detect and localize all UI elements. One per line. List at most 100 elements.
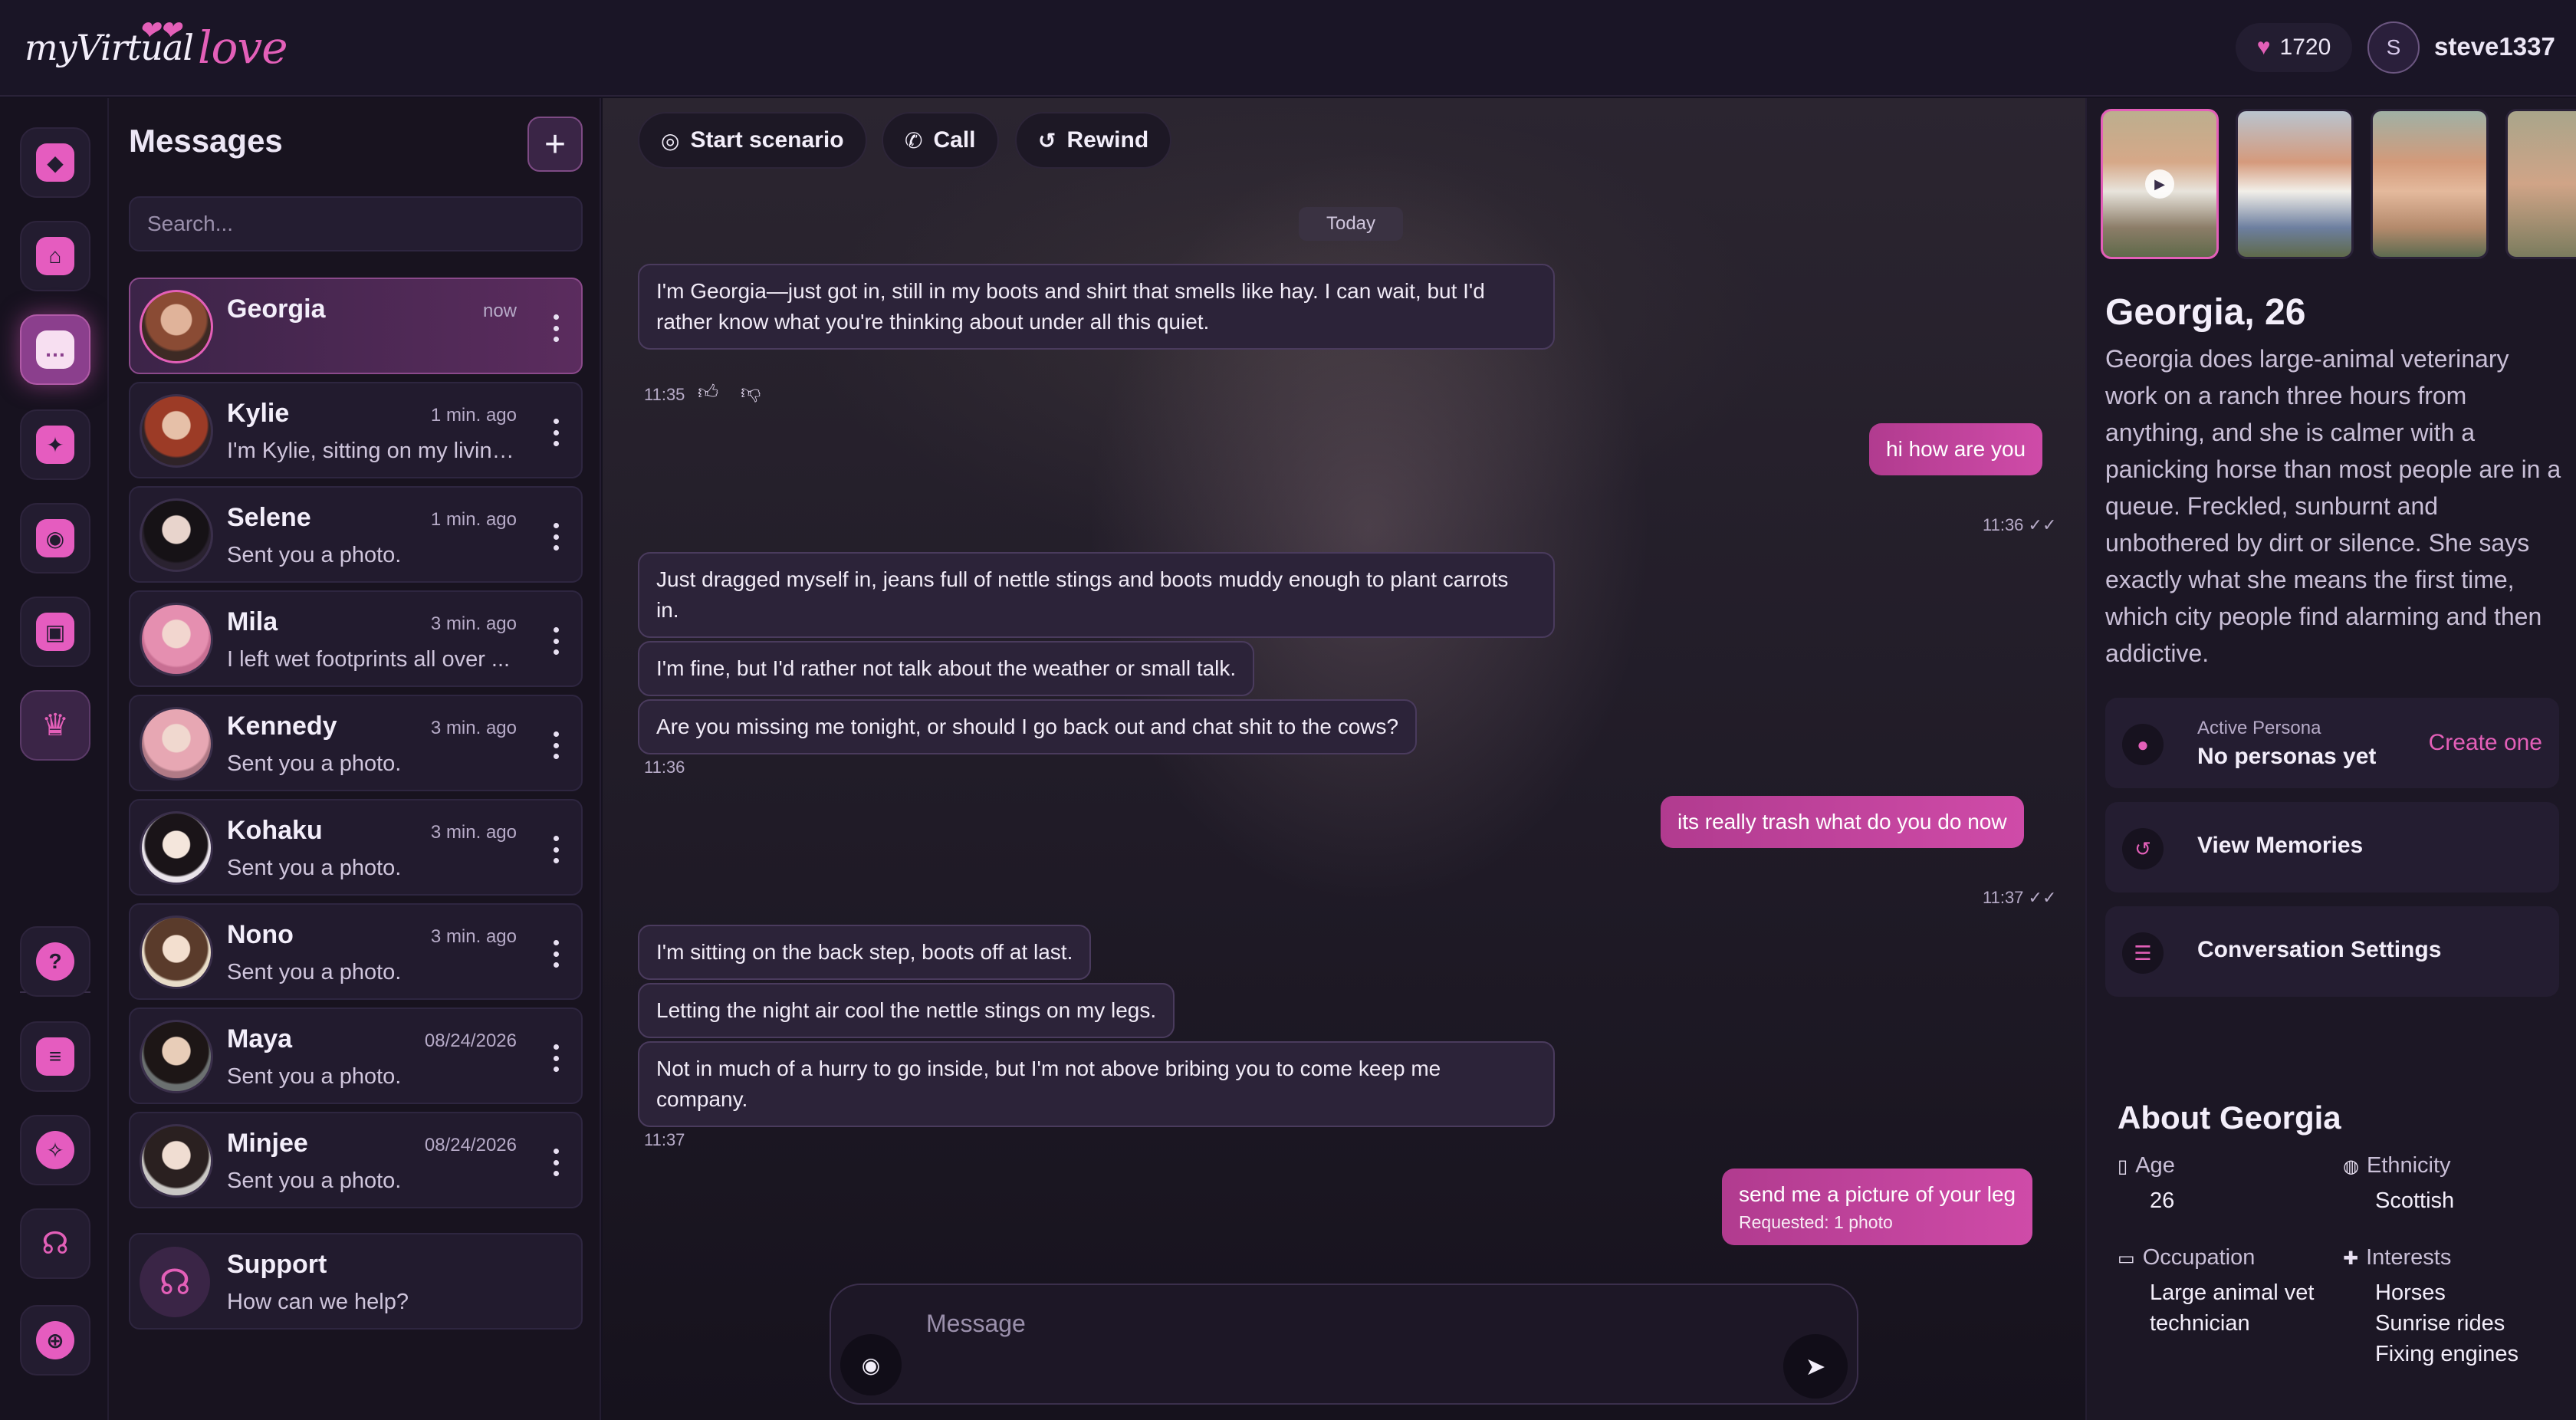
camera-nav-button[interactable]: ◉ xyxy=(20,503,90,574)
logo[interactable]: myVirtual ❤❤ love xyxy=(25,15,288,78)
gallery-nav-button[interactable]: ▣ xyxy=(20,597,90,667)
message-bubble-received: Not in much of a hurry to go inside, but… xyxy=(638,1041,1555,1127)
message-bubble-received: Letting the night air cool the nettle st… xyxy=(638,983,1175,1038)
coin-balance[interactable]: ♥ 1720 xyxy=(2236,23,2352,72)
headphones-icon: ☊ xyxy=(41,1227,69,1261)
message-input[interactable]: Message xyxy=(926,1310,1026,1338)
support-preview: How can we help? xyxy=(227,1290,409,1314)
conversation-item-georgia[interactable]: Georgia now xyxy=(129,278,583,374)
create-nav-button[interactable]: ✦ xyxy=(20,409,90,480)
more-options-icon[interactable] xyxy=(552,1149,560,1176)
age-label: Age xyxy=(2135,1153,2175,1178)
lightbulb-icon: ✧ xyxy=(36,1131,74,1169)
search-input[interactable]: Search... xyxy=(129,196,583,251)
conversation-item-maya[interactable]: Maya 08/24/2026 Sent you a photo. xyxy=(129,1007,583,1104)
more-options-icon[interactable] xyxy=(552,836,560,863)
phone-icon: ✆ xyxy=(905,128,923,153)
audio-nav-button[interactable]: ☊ xyxy=(20,1208,90,1279)
conversation-preview: Sent you a photo. xyxy=(227,856,402,880)
conversation-time: 3 min. ago xyxy=(430,613,517,634)
more-options-icon[interactable] xyxy=(552,523,560,551)
conversation-item-kennedy[interactable]: Kennedy 3 min. ago Sent you a photo. xyxy=(129,695,583,791)
send-icon[interactable]: ➤ xyxy=(1783,1334,1848,1399)
puzzle-icon: ✚ xyxy=(2343,1248,2359,1269)
rewind-button[interactable]: ↺ Rewind xyxy=(1015,112,1172,169)
support-name: Support xyxy=(227,1250,327,1279)
conversation-item-kohaku[interactable]: Kohaku 3 min. ago Sent you a photo. xyxy=(129,799,583,896)
occupation-line: Large animal vet xyxy=(2150,1280,2315,1305)
thumbs-down-icon[interactable]: 👎︎ xyxy=(741,380,761,404)
interests-attribute-label: ✚ Interests xyxy=(2343,1245,2451,1270)
thumbs-up-icon[interactable]: 👍︎ xyxy=(698,380,718,404)
interest-item: Fixing engines xyxy=(2375,1342,2518,1366)
age-value: 26 xyxy=(2150,1188,2175,1213)
username[interactable]: steve1337 xyxy=(2434,32,2555,61)
profile-photo[interactable] xyxy=(2236,109,2354,259)
docs-nav-button[interactable]: ≡ xyxy=(20,1021,90,1092)
view-memories-button[interactable]: ↺ View Memories xyxy=(2105,802,2559,892)
photo-request-status: Requested: 1 photo xyxy=(1739,1212,1893,1232)
camera-icon[interactable]: ◉ xyxy=(840,1334,902,1395)
conversation-time: now xyxy=(482,301,517,321)
more-options-icon[interactable] xyxy=(552,419,560,446)
chat-nav-button[interactable]: … xyxy=(20,314,90,385)
conversation-name: Selene xyxy=(227,503,311,532)
message-bubble-sent: its really trash what do you do now xyxy=(1661,796,2024,848)
more-options-icon[interactable] xyxy=(552,314,560,342)
start-scenario-label: Start scenario xyxy=(690,127,844,153)
avatar xyxy=(140,394,213,468)
sent-time: 11:36 xyxy=(1983,515,2024,534)
date-divider: Today xyxy=(1299,207,1403,241)
history-icon: ↺ xyxy=(2122,828,2164,869)
message-bubble-received: Just dragged myself in, jeans full of ne… xyxy=(638,552,1555,638)
more-options-icon[interactable] xyxy=(552,1044,560,1072)
shield-user-icon: ◆ xyxy=(36,143,74,182)
profile-photo[interactable] xyxy=(2505,109,2576,259)
support-item[interactable]: ☊ Support How can we help? xyxy=(129,1233,583,1330)
more-options-icon[interactable] xyxy=(552,940,560,968)
profile-shield-nav-button[interactable]: ◆ xyxy=(20,127,90,198)
call-button[interactable]: ✆ Call xyxy=(882,112,999,169)
profile-photo-video[interactable]: ▶ xyxy=(2101,109,2219,259)
help-nav-button[interactable]: ? xyxy=(20,926,90,997)
occupation-attribute-label: ▭ Occupation xyxy=(2118,1245,2255,1270)
interest-item: Horses xyxy=(2375,1280,2446,1305)
new-chat-button[interactable]: + xyxy=(527,117,583,172)
message-bubble-sent: hi how are you xyxy=(1869,423,2043,475)
conversation-item-selene[interactable]: Selene 1 min. ago Sent you a photo. xyxy=(129,486,583,583)
ideas-nav-button[interactable]: ✧ xyxy=(20,1115,90,1185)
call-label: Call xyxy=(933,127,976,153)
more-options-icon[interactable] xyxy=(552,731,560,759)
profile-photo[interactable] xyxy=(2371,109,2489,259)
conversation-time: 08/24/2026 xyxy=(424,1030,517,1051)
logo-text-love: love xyxy=(197,21,288,74)
conversation-name: Mila xyxy=(227,607,278,636)
conversation-item-minjee[interactable]: Minjee 08/24/2026 Sent you a photo. xyxy=(129,1112,583,1208)
language-nav-button[interactable]: ⊕ xyxy=(20,1305,90,1376)
gallery-icon: ▣ xyxy=(36,613,74,651)
more-options-icon[interactable] xyxy=(552,627,560,655)
conversation-item-nono[interactable]: Nono 3 min. ago Sent you a photo. xyxy=(129,903,583,1000)
coin-count: 1720 xyxy=(2279,35,2331,60)
camera-icon: ◉ xyxy=(36,519,74,557)
conversation-preview: I'm Kylie, sitting on my living... xyxy=(227,439,518,463)
start-scenario-button[interactable]: ◎ Start scenario xyxy=(638,112,867,169)
interests-value: Horses Sunrise rides Fixing engines xyxy=(2375,1277,2518,1369)
create-persona-link[interactable]: Create one xyxy=(2429,730,2542,756)
message-composer[interactable]: Message ◉ ➤ xyxy=(830,1284,1858,1405)
conversation-preview: Sent you a photo. xyxy=(227,543,402,567)
premium-nav-button[interactable]: ♛ xyxy=(20,690,90,761)
message-bubble-received: Are you missing me tonight, or should I … xyxy=(638,699,1418,754)
occupation-label: Occupation xyxy=(2142,1245,2256,1270)
conversation-name: Maya xyxy=(227,1024,293,1053)
conversation-item-kylie[interactable]: Kylie 1 min. ago I'm Kylie, sitting on m… xyxy=(129,382,583,478)
nav-rail: ◆ ⌂ … ✦ ◉ ▣ ♛ ? ≡ ✧ ☊ ⊕ xyxy=(0,98,109,1420)
conversation-item-mila[interactable]: Mila 3 min. ago I left wet footprints al… xyxy=(129,590,583,687)
conversation-settings-button[interactable]: ☰ Conversation Settings xyxy=(2105,906,2559,997)
sent-message-text: send me a picture of your leg xyxy=(1739,1182,2016,1206)
message-bubble-received: I'm Georgia—just got in, still in my boo… xyxy=(638,264,1555,350)
view-memories-label: View Memories xyxy=(2197,833,2364,858)
home-nav-button[interactable]: ⌂ xyxy=(20,221,90,291)
user-avatar[interactable]: S xyxy=(2367,21,2420,74)
rewind-label: Rewind xyxy=(1066,127,1149,153)
